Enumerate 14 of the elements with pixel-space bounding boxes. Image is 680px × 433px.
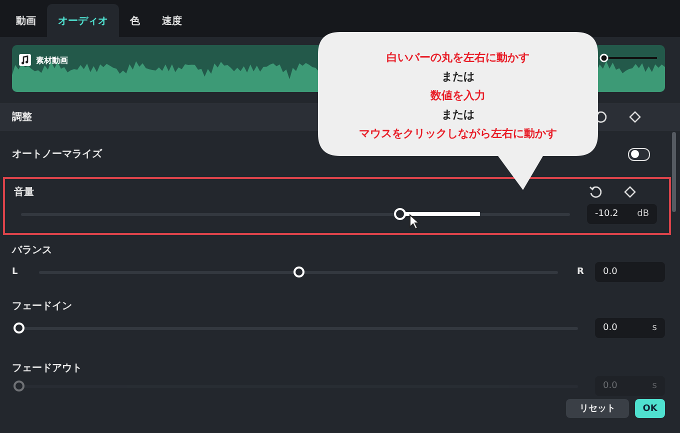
clip-title: 素材動画 bbox=[36, 54, 68, 66]
callout-text: 白いバーの丸を左右に動かす bbox=[386, 50, 530, 66]
callout-text: マウスをクリックしながら左右に動かす bbox=[359, 126, 557, 142]
setting-label: オートノーマライズ bbox=[12, 148, 102, 161]
setting-label: バランス bbox=[12, 244, 53, 257]
setting-label: フェードアウト bbox=[12, 362, 83, 375]
left-label: L bbox=[12, 267, 19, 277]
right-label: R bbox=[577, 267, 585, 277]
callout-text: または bbox=[442, 107, 474, 123]
section-title: 調整 bbox=[12, 110, 32, 124]
setting-label: フェードイン bbox=[12, 300, 73, 313]
callout-text: または bbox=[442, 69, 474, 85]
setting-label: 音量 bbox=[14, 185, 34, 199]
callout-text: 数値を入力 bbox=[430, 88, 486, 104]
